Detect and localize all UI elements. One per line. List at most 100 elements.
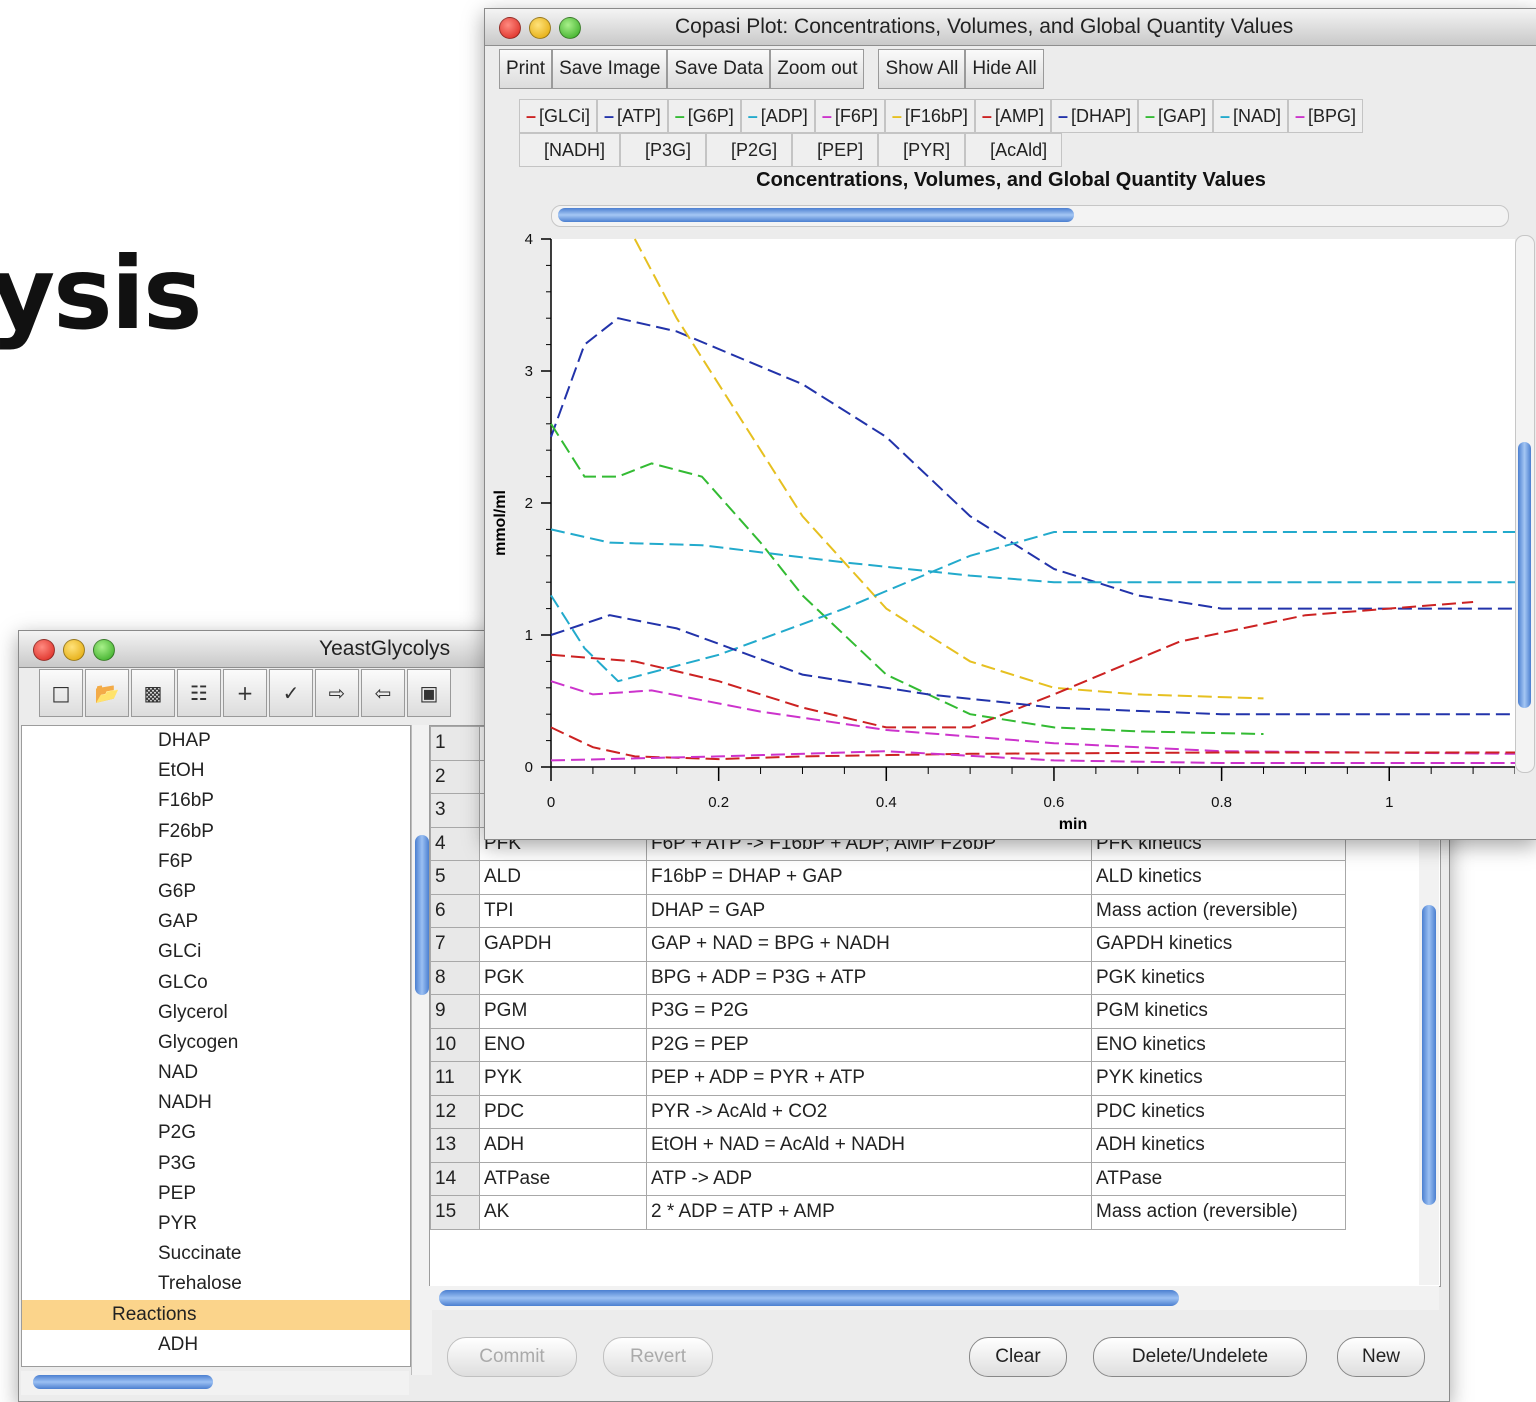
close-icon[interactable] <box>33 639 55 661</box>
tree-category-reactions[interactable]: Reactions <box>22 1299 410 1330</box>
table-row[interactable]: 12 PDC PYR -> AcAld + CO2 PDC kinetics <box>430 1094 1346 1129</box>
clear-button[interactable]: Clear <box>969 1337 1067 1377</box>
tree-item[interactable]: GAP <box>22 907 410 937</box>
cell-kinetics[interactable]: ENO kinetics <box>1091 1027 1346 1062</box>
sbml-export-icon[interactable]: ⇨ <box>315 669 359 717</box>
table-row[interactable]: 6 TPI DHAP = GAP Mass action (reversible) <box>430 893 1346 928</box>
plot-hscroll-thumb[interactable] <box>558 208 1074 222</box>
cell-row[interactable]: 7 <box>430 927 480 962</box>
check-icon[interactable]: ✓ <box>269 669 313 717</box>
cell-equation[interactable]: P3G = P2G <box>646 994 1092 1029</box>
cell-kinetics[interactable]: PGM kinetics <box>1091 994 1346 1029</box>
cell-row[interactable]: 14 <box>430 1161 480 1196</box>
cell-row[interactable]: 8 <box>430 960 480 995</box>
zoom-out-button[interactable]: Zoom out <box>770 49 865 89</box>
legend-entry[interactable]: [AcAld] <box>965 133 1063 167</box>
legend-entry[interactable]: – [NAD] <box>1213 99 1289 133</box>
cell-equation[interactable]: BPG + ADP = P3G + ATP <box>646 960 1092 995</box>
cell-kinetics[interactable]: PGK kinetics <box>1091 960 1346 995</box>
table-scroll-thumb[interactable] <box>1422 905 1436 1205</box>
image-icon[interactable]: ▣ <box>407 669 451 717</box>
legend-entry[interactable]: – [GAP] <box>1137 99 1213 133</box>
tree-item[interactable]: G6P <box>22 877 410 907</box>
cell-row[interactable]: 5 <box>430 860 480 895</box>
cell-name[interactable]: AK <box>479 1195 647 1230</box>
cell-name[interactable]: ALD <box>479 860 647 895</box>
tree-item[interactable]: Succinate <box>22 1239 410 1269</box>
table-row[interactable]: 9 PGM P3G = P2G PGM kinetics <box>430 994 1346 1029</box>
legend-entry[interactable]: – [ATP] <box>597 99 668 133</box>
table-row[interactable]: 5 ALD F16bP = DHAP + GAP ALD kinetics <box>430 860 1346 895</box>
object-tree[interactable]: DHAP EtOH F16bP F26bP F6P G6P GAP GLCi GLCo Glyce… <box>21 725 411 1367</box>
cell-row[interactable]: 2 <box>430 759 480 794</box>
table-row[interactable]: 7 GAPDH GAP + NAD = BPG + NADH GAPDH kineti… <box>430 927 1346 962</box>
cell-kinetics[interactable]: ALD kinetics <box>1091 860 1346 895</box>
table-row[interactable]: 11 PYK PEP + ADP = PYR + ATP PYK kinetics <box>430 1061 1346 1096</box>
cell-name[interactable]: ATPase <box>479 1161 647 1196</box>
table-row[interactable]: 13 ADH EtOH + NAD = AcAld + NADH ADH kineti… <box>430 1128 1346 1163</box>
tree-item[interactable]: F26bP <box>22 817 410 847</box>
commit-button[interactable]: Commit <box>447 1337 577 1377</box>
open-folder-icon[interactable]: 📂 <box>85 669 129 717</box>
plot-horizontal-scrollbar[interactable] <box>551 205 1509 227</box>
legend-entry[interactable]: [PEP] <box>792 133 879 167</box>
legend-entry[interactable]: – [F6P] <box>814 99 885 133</box>
tree-item[interactable]: NAD <box>22 1058 410 1088</box>
tree-item[interactable]: PEP <box>22 1179 410 1209</box>
cell-equation[interactable]: DHAP = GAP <box>646 893 1092 928</box>
minimize-icon[interactable] <box>63 639 85 661</box>
cell-kinetics[interactable]: ATPase <box>1091 1161 1346 1196</box>
print-button[interactable]: Print <box>499 49 553 89</box>
table-row[interactable]: 8 PGK BPG + ADP = P3G + ATP PGK kinetics <box>430 960 1346 995</box>
database-icon[interactable]: ☷ <box>177 669 221 717</box>
tree-item[interactable]: F16bP <box>22 786 410 816</box>
legend-entry[interactable]: – [AMP] <box>974 99 1051 133</box>
cell-name[interactable]: PDC <box>479 1094 647 1129</box>
tree-item[interactable]: GLCi <box>22 937 410 967</box>
cell-name[interactable]: PGM <box>479 994 647 1029</box>
cell-name[interactable]: GAPDH <box>479 927 647 962</box>
minimize-icon[interactable] <box>529 17 551 39</box>
cell-equation[interactable]: GAP + NAD = BPG + NADH <box>646 927 1092 962</box>
table-row[interactable]: 15 AK 2 * ADP = ATP + AMP Mass action (reve… <box>430 1195 1346 1230</box>
sbml-import-icon[interactable]: ⇦ <box>361 669 405 717</box>
tree-item[interactable]: PYR <box>22 1209 410 1239</box>
close-icon[interactable] <box>499 17 521 39</box>
tree-scroll-thumb[interactable] <box>415 835 429 995</box>
legend-entry[interactable]: – [GLCi] <box>519 99 598 133</box>
cell-name[interactable]: ADH <box>479 1128 647 1163</box>
tree-hscroll-thumb[interactable] <box>33 1375 213 1389</box>
table-horizontal-scrollbar[interactable] <box>429 1286 1439 1310</box>
table-row[interactable]: 14 ATPase ATP -> ADP ATPase <box>430 1161 1346 1196</box>
tree-item[interactable]: P3G <box>22 1149 410 1179</box>
legend-entry[interactable]: [NADH] <box>519 133 621 167</box>
cell-equation[interactable]: P2G = PEP <box>646 1027 1092 1062</box>
legend-entry[interactable]: – [DHAP] <box>1050 99 1138 133</box>
show-all-button[interactable]: Show All <box>878 49 966 89</box>
tree-item[interactable]: AK <box>22 1360 410 1366</box>
cell-kinetics[interactable]: GAPDH kinetics <box>1091 927 1346 962</box>
cell-equation[interactable]: PYR -> AcAld + CO2 <box>646 1094 1092 1129</box>
cell-row[interactable]: 3 <box>430 793 480 828</box>
tree-item[interactable]: DHAP <box>22 726 410 756</box>
cell-name[interactable]: PGK <box>479 960 647 995</box>
legend-entry[interactable]: – [F16bP] <box>884 99 975 133</box>
new-document-icon[interactable]: □ <box>39 669 83 717</box>
legend-entry[interactable]: – [BPG] <box>1288 99 1364 133</box>
save-icon[interactable]: ▩ <box>131 669 175 717</box>
legend-entry[interactable]: – [ADP] <box>740 99 815 133</box>
cell-kinetics[interactable]: PDC kinetics <box>1091 1094 1346 1129</box>
tree-item[interactable]: F6P <box>22 847 410 877</box>
cell-row[interactable]: 15 <box>430 1195 480 1230</box>
cell-name[interactable]: ENO <box>479 1027 647 1062</box>
delete-undelete-button[interactable]: Delete/Undelete <box>1093 1337 1307 1377</box>
tree-item[interactable]: ADH <box>22 1330 410 1360</box>
save-image-button[interactable]: Save Image <box>552 49 668 89</box>
table-hscroll-thumb[interactable] <box>439 1290 1179 1306</box>
cell-equation[interactable]: PEP + ADP = PYR + ATP <box>646 1061 1092 1096</box>
cell-row[interactable]: 12 <box>430 1094 480 1129</box>
tree-item[interactable]: GLCo <box>22 968 410 998</box>
save-data-button[interactable]: Save Data <box>667 49 771 89</box>
cell-equation[interactable]: 2 * ADP = ATP + AMP <box>646 1195 1092 1230</box>
cell-row[interactable]: 1 <box>430 726 480 761</box>
